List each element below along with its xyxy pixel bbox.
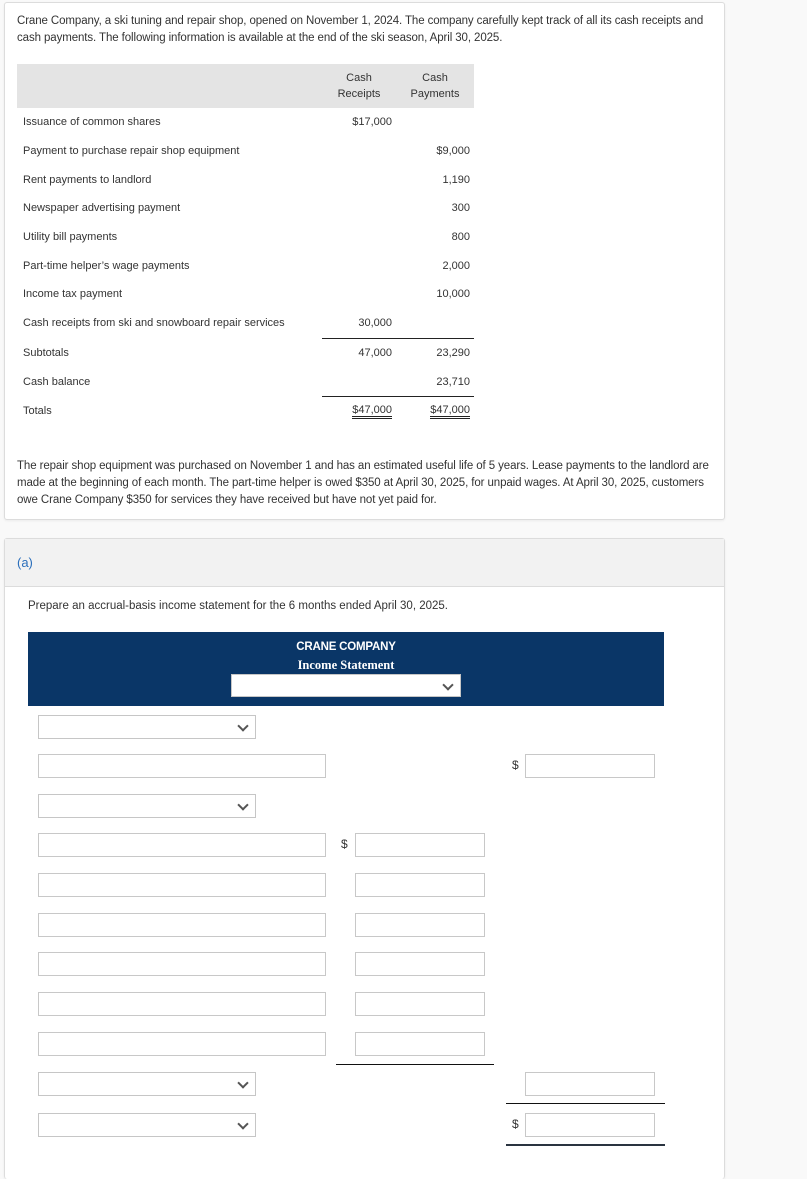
chevron-down-icon (237, 1118, 249, 1130)
payments-value: 23,290 (396, 337, 474, 368)
expense-label-input[interactable] (38, 1032, 326, 1056)
chevron-down-icon (442, 679, 454, 691)
receipts-value (322, 165, 396, 194)
header-cash-payments: Cash Payments (396, 64, 474, 108)
row-label: Newspaper advertising payment (23, 202, 181, 215)
payments-value: $47,000 (430, 404, 470, 419)
receipts-total-cell: $47,000 (322, 395, 396, 426)
table-row: Issuance of common shares $17,000 (17, 108, 474, 137)
company-name: CRANE COMPANY (296, 641, 396, 653)
payments-value (396, 108, 474, 137)
expenses-heading-select[interactable] (38, 794, 256, 818)
payments-value: 1,190 (442, 173, 470, 186)
receipts-value (322, 223, 396, 252)
row-label: Cash receipts from ski and snowboard rep… (23, 317, 285, 330)
chevron-down-icon (237, 720, 249, 732)
row-label: Part-time helper’s wage payments (23, 259, 190, 272)
receipts-value: 30,000 (358, 317, 392, 330)
expense-amount-input[interactable] (355, 952, 485, 976)
table-row: Cash receipts from ski and snowboard rep… (17, 309, 474, 338)
header-cash-receipts: Cash Receipts (322, 64, 396, 108)
total-expenses-amount-input[interactable] (525, 1072, 655, 1096)
expense-amount-input[interactable] (355, 873, 485, 897)
instruction-text: Prepare an accrual-basis income statemen… (28, 600, 448, 612)
table-row: Cash balance 23,710 (17, 367, 474, 396)
expense-amount-input[interactable] (355, 992, 485, 1016)
statement-title: Income Statement (297, 658, 395, 672)
net-income-amount-input[interactable] (525, 1113, 655, 1137)
row-label: Rent payments to landlord (23, 173, 152, 186)
dollar-sign: $ (341, 837, 348, 851)
table-row: Totals $47,000 $47,000 (17, 395, 474, 426)
receipts-value: $47,000 (352, 404, 392, 419)
expense-label-input[interactable] (38, 913, 326, 937)
table-row: Payment to purchase repair shop equipmen… (17, 137, 474, 166)
expense-label-input[interactable] (38, 952, 326, 976)
row-label: Payment to purchase repair shop equipmen… (23, 145, 240, 158)
row-label: Issuance of common shares (23, 116, 161, 129)
table-row: Income tax payment 10,000 (17, 280, 474, 309)
period-select[interactable] (231, 674, 461, 697)
expense-label-input[interactable] (38, 992, 326, 1016)
row-label: Income tax payment (23, 288, 123, 301)
revenue-heading-select[interactable] (38, 715, 256, 739)
table-row: Newspaper advertising payment 300 (17, 194, 474, 223)
row-label: Totals (23, 404, 52, 417)
statement-header: CRANE COMPANY Income Statement (28, 632, 664, 706)
expense-label-input[interactable] (38, 873, 326, 897)
receipts-value (322, 280, 396, 309)
table-row: Part-time helper’s wage payments 2,000 (17, 251, 474, 280)
receipts-value (322, 137, 396, 166)
chevron-down-icon (237, 799, 249, 811)
row-label: Cash balance (23, 375, 91, 388)
subtotal-rule (336, 1064, 494, 1065)
receipts-value: $17,000 (352, 116, 392, 129)
payments-value: 300 (451, 202, 470, 215)
payments-value: $9,000 (436, 145, 470, 158)
part-header: (a) (5, 539, 724, 587)
problem-card: Crane Company, a ski tuning and repair s… (4, 2, 725, 520)
total-expenses-select[interactable] (38, 1072, 256, 1096)
revenue-amount-input[interactable] (525, 754, 655, 778)
payments-value: 800 (451, 231, 470, 244)
row-label: Utility bill payments (23, 231, 118, 244)
part-a-card: (a) Prepare an accrual-basis income stat… (4, 538, 725, 1179)
double-rule (506, 1144, 665, 1146)
expense-amount-input[interactable] (355, 833, 485, 857)
problem-intro: Crane Company, a ski tuning and repair s… (17, 15, 704, 44)
chevron-down-icon (237, 1077, 249, 1089)
expense-amount-input[interactable] (355, 913, 485, 937)
total-rule (506, 1103, 665, 1104)
payments-value (396, 309, 474, 338)
receipts-value: 47,000 (322, 337, 396, 368)
cash-table: Cash Receipts Cash Payments Issuance of co… (17, 64, 474, 426)
dollar-sign: $ (512, 758, 519, 772)
payments-value: 10,000 (436, 288, 470, 301)
expense-label-input[interactable] (38, 833, 326, 857)
row-label: Subtotals (23, 346, 69, 359)
part-label: (a) (17, 555, 33, 570)
table-row: Rent payments to landlord 1,190 (17, 165, 474, 194)
dollar-sign: $ (512, 1117, 519, 1131)
payments-total-cell: $47,000 (396, 395, 474, 426)
problem-note: The repair shop equipment was purchased … (17, 460, 709, 506)
payments-value: 23,710 (436, 375, 470, 388)
revenue-label-input[interactable] (38, 754, 326, 778)
payments-value: 2,000 (442, 259, 470, 272)
receipts-value (322, 367, 396, 396)
table-row: Subtotals 47,000 23,290 (17, 337, 474, 368)
header-blank (17, 64, 322, 108)
table-row: Utility bill payments 800 (17, 223, 474, 252)
expense-amount-input[interactable] (355, 1032, 485, 1056)
receipts-value (322, 251, 396, 280)
receipts-value (322, 194, 396, 223)
net-income-select[interactable] (38, 1113, 256, 1137)
